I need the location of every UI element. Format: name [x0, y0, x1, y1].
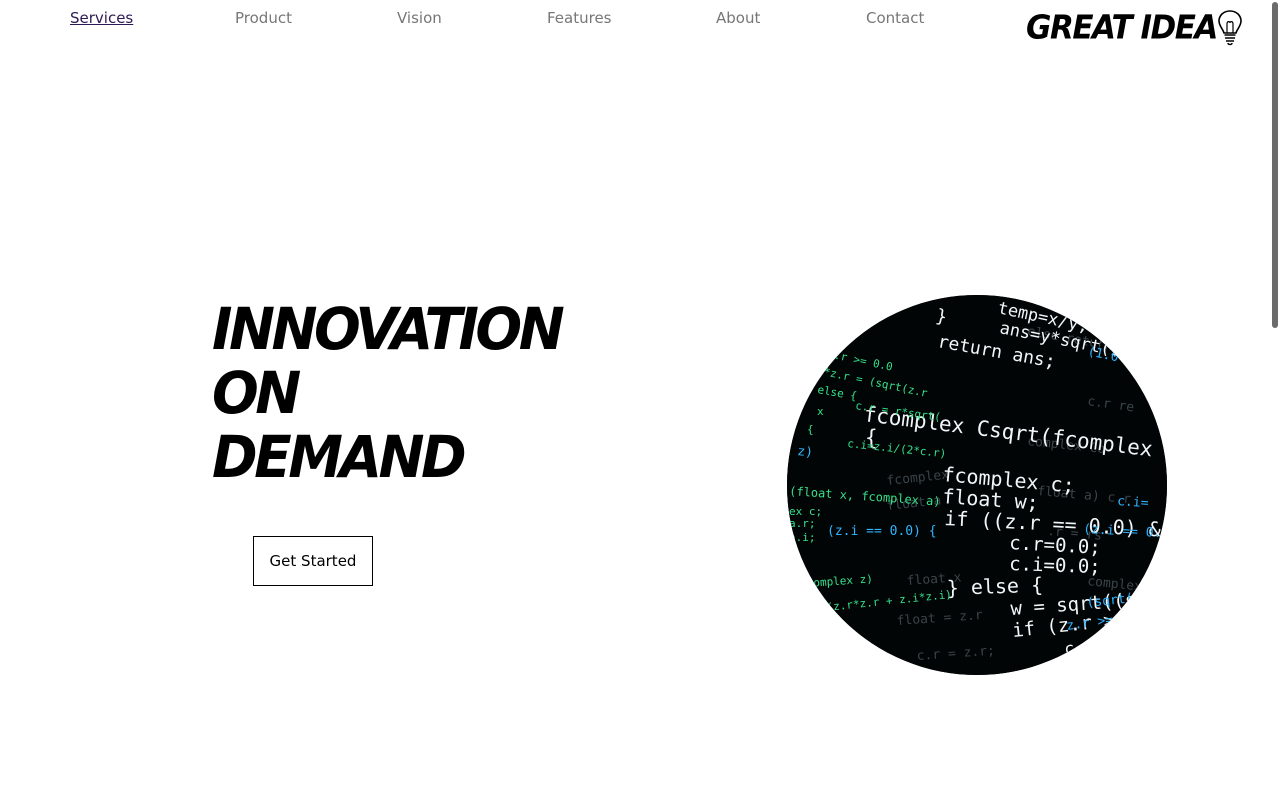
nav-link-contact[interactable]: Contact: [866, 9, 924, 27]
svg-text:{: {: [807, 423, 814, 436]
headline-line-3: DEMAND: [212, 423, 467, 491]
code-screen-image: else return c c.r re complex Co float a)…: [787, 295, 1167, 675]
nav-link-about[interactable]: About: [716, 9, 760, 27]
code-screen-illustration: else return c c.r re complex Co float a)…: [787, 295, 1167, 675]
lightbulb-icon: [1218, 10, 1242, 46]
get-started-button[interactable]: Get Started: [253, 536, 373, 586]
hero-headline: INNOVATION ON DEMAND: [212, 295, 565, 491]
nav-link-services[interactable]: Services: [70, 9, 133, 27]
svg-text:c.i=: c.i=: [1117, 494, 1149, 511]
svg-text:x: x: [817, 405, 824, 418]
scrollbar-thumb[interactable]: [1272, 2, 1278, 328]
svg-text:a.i;: a.i;: [789, 531, 816, 544]
headline-line-1: INNOVATION: [212, 295, 565, 363]
nav-link-product[interactable]: Product: [235, 9, 292, 27]
svg-text:z): z): [797, 444, 814, 461]
headline-line-2: ON: [212, 359, 301, 427]
nav-link-vision[interactable]: Vision: [397, 9, 442, 27]
brand-name: GREAT IDEA: [1026, 9, 1218, 47]
page-scrollbar[interactable]: [1270, 0, 1280, 800]
svg-text:a.r;: a.r;: [789, 517, 816, 530]
svg-text:(z.i == 0.0) {: (z.i == 0.0) {: [827, 524, 937, 539]
page: Services Product Vision Features About C…: [0, 0, 1280, 800]
nav-link-features[interactable]: Features: [547, 9, 612, 27]
brand-logo[interactable]: GREAT IDEA: [1026, 8, 1245, 48]
svg-text:c.r: c.r: [1063, 636, 1096, 660]
